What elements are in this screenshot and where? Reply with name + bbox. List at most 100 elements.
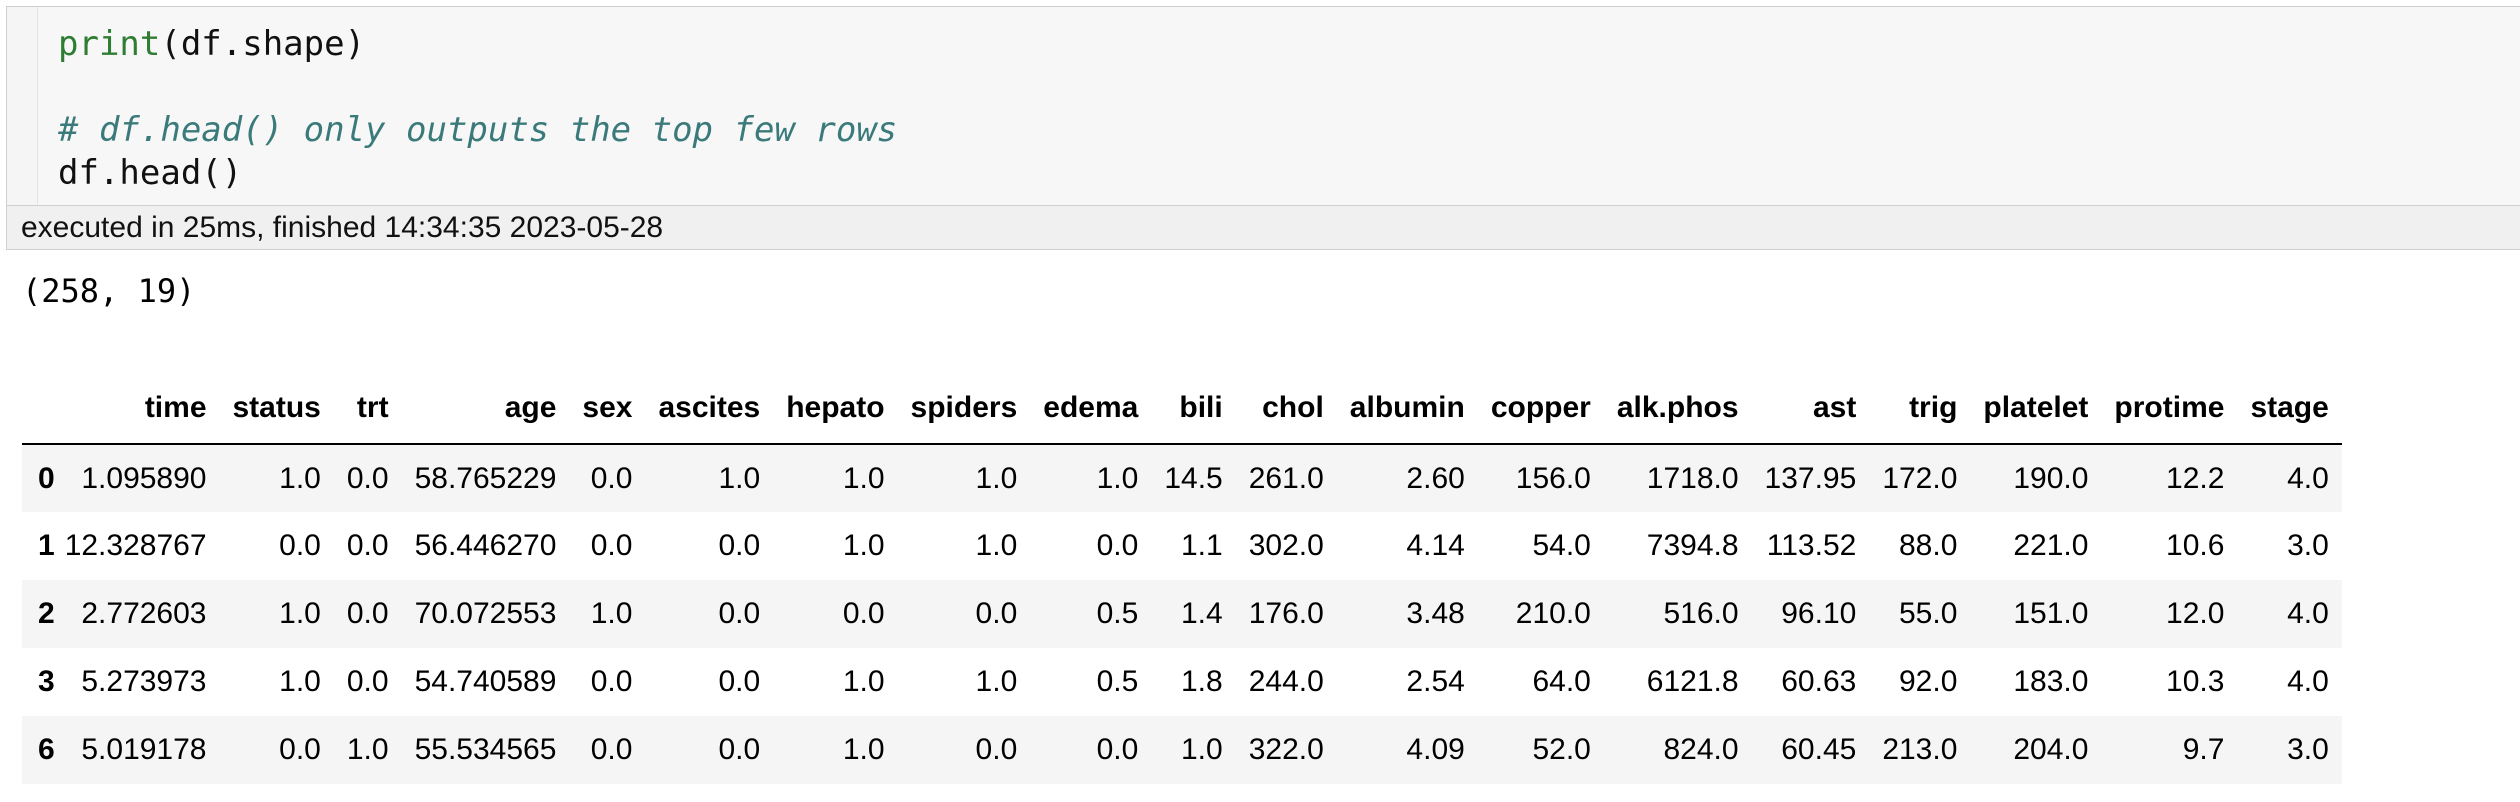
table-cell: 0.0: [279, 733, 321, 766]
table-cell: 0.0: [590, 733, 633, 766]
table-cell: 1.0: [1181, 733, 1223, 766]
table-cell: 55.0: [1899, 597, 1958, 630]
table-cell: 60.63: [1781, 665, 1857, 698]
table-cell: 0.0: [1096, 733, 1139, 766]
table-cell: 172.0: [1882, 461, 1958, 495]
cell-input-area[interactable]: print(df.shape) # df.head() only outputs…: [6, 6, 2520, 206]
column-header: time: [60, 373, 220, 445]
table-cell: 2.60: [1406, 461, 1465, 495]
table-cell: 0.0: [975, 597, 1018, 630]
table-cell: 0.0: [590, 529, 633, 562]
table-cell: 1.0: [279, 461, 321, 495]
table-cell: 70.072553: [414, 597, 557, 630]
builtin-function: print: [58, 24, 161, 64]
table-cell: 1.0: [842, 529, 885, 562]
code-text: (df.shape): [160, 24, 366, 64]
table-body: 0 1.095890 1.0 0.0 58.765229 0.0 1.0 1.0 1.0 1.0 1…: [22, 444, 2342, 784]
table-cell: 55.534565: [414, 733, 557, 766]
table-cell: 2.54: [1406, 665, 1465, 698]
table-cell: 2.772603: [81, 597, 207, 630]
row-index: 1: [38, 529, 55, 562]
column-header: ascites: [645, 373, 774, 445]
table-cell: 0.5: [1096, 597, 1139, 630]
table-cell: 151.0: [2013, 597, 2089, 630]
table-cell: 4.0: [2287, 597, 2329, 630]
table-cell: 0.0: [975, 733, 1018, 766]
table-cell: 6121.8: [1646, 665, 1739, 698]
table-cell: 0.0: [718, 665, 761, 698]
table-cell: 213.0: [1882, 733, 1958, 766]
table-cell: 0.0: [590, 665, 633, 698]
table-cell: 156.0: [1515, 461, 1591, 495]
table-header-row: time status trt age sex ascites hepato spiders e…: [22, 373, 2342, 445]
table-cell: 0.0: [279, 529, 321, 562]
table-cell: 0.5: [1096, 665, 1139, 698]
table-cell: 0.0: [346, 665, 389, 698]
column-header: albumin: [1336, 373, 1478, 445]
code-line-head: df.head(): [58, 153, 243, 193]
table-row: 2 2.772603 1.0 0.0 70.072553 1.0 0.0 0.0 0.0 0.5 1…: [22, 580, 2342, 648]
table-cell: 1.095890: [81, 461, 207, 495]
table-cell: 3.0: [2287, 529, 2329, 562]
table-cell: 1.0: [975, 665, 1018, 698]
column-header: bili: [1151, 373, 1236, 445]
table-cell: 12.328767: [64, 529, 207, 562]
table-cell: 0.0: [346, 529, 389, 562]
table-cell: 58.765229: [414, 461, 557, 495]
table-cell: 0.0: [842, 597, 885, 630]
table-cell: 190.0: [2013, 461, 2089, 495]
table-cell: 1.0: [1096, 461, 1139, 495]
table-cell: 64.0: [1532, 665, 1591, 698]
table-cell: 5.019178: [81, 733, 207, 766]
table-cell: 1.0: [975, 461, 1018, 495]
code-editor[interactable]: print(df.shape) # df.head() only outputs…: [37, 7, 2520, 205]
notebook-cell: print(df.shape) # df.head() only outputs…: [0, 0, 2520, 802]
table-cell: 176.0: [1248, 597, 1324, 630]
table-cell: 0.0: [346, 597, 389, 630]
table-cell: 1.0: [346, 733, 389, 766]
table-row: 6 5.019178 0.0 1.0 55.534565 0.0 0.0 1.0 0.0 0.0 1…: [22, 716, 2342, 784]
stdout-output: (258, 19): [22, 272, 196, 310]
table-cell: 3.48: [1406, 597, 1465, 630]
column-header: copper: [1477, 373, 1604, 445]
column-header: edema: [1030, 373, 1152, 445]
table-cell: 54.0: [1532, 529, 1591, 562]
dataframe-table: time status trt age sex ascites hepato spiders e…: [22, 373, 2342, 784]
table-cell: 1.0: [842, 461, 885, 495]
table-cell: 183.0: [2013, 665, 2089, 698]
table-cell: 7394.8: [1646, 529, 1739, 562]
table-cell: 56.446270: [414, 529, 557, 562]
table-cell: 1.1: [1181, 529, 1223, 562]
column-header: trig: [1869, 373, 1971, 445]
table-cell: 824.0: [1663, 733, 1739, 766]
column-header: hepato: [773, 373, 898, 445]
column-header: age: [401, 373, 570, 445]
table-cell: 0.0: [718, 733, 761, 766]
table-cell: 221.0: [2013, 529, 2089, 562]
column-header: chol: [1235, 373, 1337, 445]
table-cell: 1.0: [590, 597, 633, 630]
column-header: spiders: [897, 373, 1031, 445]
table-cell: 4.0: [2287, 461, 2329, 495]
table-cell: 0.0: [346, 461, 389, 495]
code-line-print: print(df.shape): [58, 23, 2520, 66]
column-header: stage: [2237, 373, 2342, 445]
table-cell: 3.0: [2287, 733, 2329, 766]
row-index: 6: [38, 733, 55, 766]
table-cell: 113.52: [1766, 529, 1857, 562]
table-cell: 96.10: [1781, 597, 1857, 630]
column-header: status: [219, 373, 334, 445]
table-cell: 1.0: [842, 733, 885, 766]
column-header: sex: [569, 373, 646, 445]
table-cell: 14.5: [1164, 461, 1223, 495]
table-cell: 4.14: [1406, 529, 1465, 562]
table-cell: 302.0: [1248, 529, 1324, 562]
execution-status-bar: executed in 25ms, finished 14:34:35 2023…: [6, 206, 2520, 250]
table-cell: 9.7: [2182, 733, 2225, 766]
table-cell: 322.0: [1248, 733, 1324, 766]
table-row: 0 1.095890 1.0 0.0 58.765229 0.0 1.0 1.0 1.0 1.0 1…: [22, 444, 2342, 512]
table-cell: 88.0: [1899, 529, 1958, 562]
table-cell: 4.09: [1406, 733, 1465, 766]
table-cell: 1.0: [279, 665, 321, 698]
